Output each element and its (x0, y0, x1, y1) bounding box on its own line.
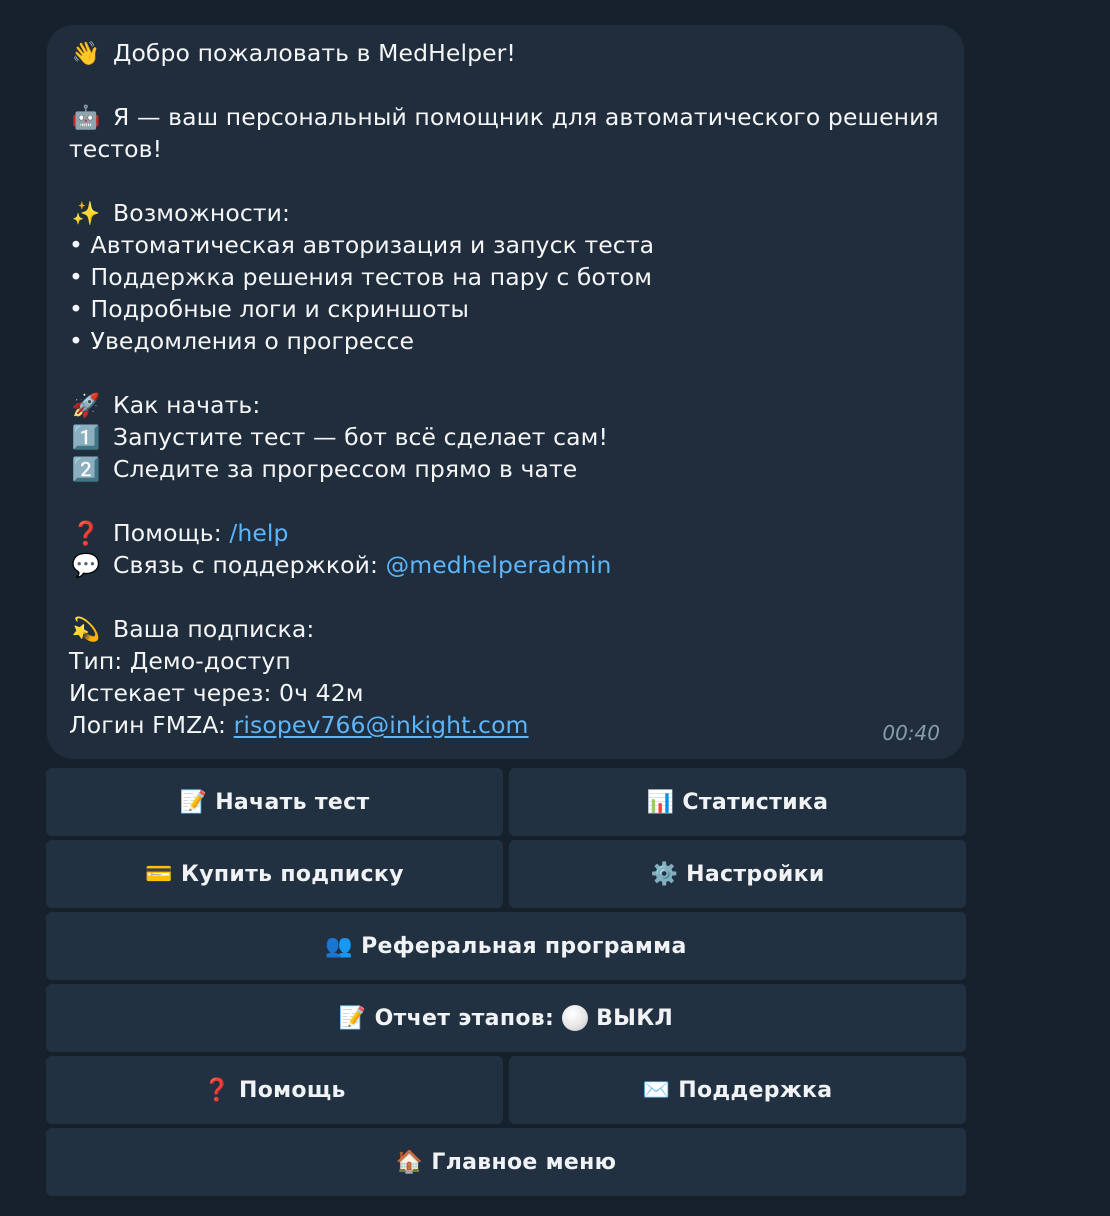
support-label: Связь с поддержкой: (113, 551, 386, 579)
bot-message-bubble: 👋 Добро пожаловать в MedHelper! 🤖 Я — ваш … (47, 25, 964, 759)
support-username-link[interactable]: @medhelperadmin (386, 551, 612, 579)
rocket-icon: 🚀 (71, 393, 101, 419)
referral-program-label: Реферальная программа (361, 933, 687, 959)
main-menu-label: Главное меню (431, 1149, 617, 1175)
login-line: Логин FMZA: risopev766@inkight.com (69, 709, 942, 741)
keyboard-row: 👥 Реферальная программа (46, 912, 966, 980)
subscription-title: Ваша подписка: (113, 615, 315, 643)
feature-item: • Поддержка решения тестов на пару с бот… (69, 263, 653, 291)
stage-report-toggle-button[interactable]: 📝 Отчет этапов: ВЫКЛ (46, 984, 966, 1052)
start-test-label: Начать тест (215, 789, 370, 815)
referral-program-button[interactable]: 👥 Реферальная программа (46, 912, 966, 980)
buy-subscription-button[interactable]: 💳 Купить подписку (46, 840, 503, 908)
stage-report-label: Отчет этапов: (374, 1005, 555, 1031)
support-line: 💬 Связь с поддержкой: @medhelperadmin (69, 549, 942, 581)
keyboard-row: 🏠 Главное меню (46, 1128, 966, 1196)
keyboard-row: 📝 Начать тест 📊 Статистика (46, 768, 966, 836)
keyboard-row: ❓ Помощь ✉️ Поддержка (46, 1056, 966, 1124)
keyboard-row: 💳 Купить подписку ⚙️ Настройки (46, 840, 966, 908)
step-1-text: Запустите тест — бот всё сделает сам! (113, 423, 608, 451)
start-test-button[interactable]: 📝 Начать тест (46, 768, 503, 836)
help-label: Помощь (239, 1077, 346, 1103)
stage-report-state: ВЫКЛ (596, 1005, 674, 1031)
memo-icon: 📝 (179, 789, 208, 815)
bar-chart-icon: 📊 (646, 789, 675, 815)
people-icon: 👥 (325, 933, 354, 959)
intro-line-2: тестов! (69, 133, 942, 165)
envelope-icon: ✉️ (642, 1077, 671, 1103)
speech-bubble-icon: 💬 (71, 553, 101, 579)
help-label: Помощь: (113, 519, 230, 547)
settings-button[interactable]: ⚙️ Настройки (509, 840, 966, 908)
login-email-link[interactable]: risopev766@inkight.com (234, 711, 529, 739)
statistics-button[interactable]: 📊 Статистика (509, 768, 966, 836)
buy-subscription-label: Купить подписку (180, 861, 404, 887)
question-icon: ❓ (71, 521, 101, 547)
house-icon: 🏠 (395, 1149, 424, 1175)
inline-keyboard: 📝 Начать тест 📊 Статистика 💳 Купить подписк… (46, 768, 966, 1200)
help-line: ❓ Помощь: /help (69, 517, 942, 549)
settings-label: Настройки (686, 861, 825, 887)
gear-icon: ⚙️ (650, 861, 679, 887)
greeting-line: 👋 Добро пожаловать в MedHelper! (69, 37, 942, 69)
robot-icon: 🤖 (71, 105, 101, 131)
subscription-title-line: 💫 Ваша подписка: (69, 613, 942, 645)
statistics-label: Статистика (682, 789, 829, 815)
feature-item: • Уведомления о прогрессе (69, 327, 415, 355)
keycap-one-icon: 1️⃣ (71, 425, 101, 451)
step-2-text: Следите за прогрессом прямо в чате (113, 455, 578, 483)
step-1-line: 1️⃣ Запустите тест — бот всё сделает сам! (69, 421, 942, 453)
intro-text: Я — ваш персональный помощник для автома… (113, 103, 939, 131)
login-label: Логин FMZA: (69, 711, 234, 739)
intro-line: 🤖 Я — ваш персональный помощник для автом… (69, 101, 942, 133)
help-button[interactable]: ❓ Помощь (46, 1056, 503, 1124)
subscription-type: Тип: Демо-доступ (69, 647, 291, 675)
question-icon: ❓ (203, 1077, 232, 1103)
feature-item: • Автоматическая авторизация и запуск те… (69, 231, 655, 259)
start-title-line: 🚀 Как начать: (69, 389, 942, 421)
start-title: Как начать: (113, 391, 261, 419)
support-label: Поддержка (678, 1077, 833, 1103)
main-menu-button[interactable]: 🏠 Главное меню (46, 1128, 966, 1196)
keyboard-row: 📝 Отчет этапов: ВЫКЛ (46, 984, 966, 1052)
keycap-two-icon: 2️⃣ (71, 457, 101, 483)
white-circle-icon (562, 1005, 589, 1031)
greeting-text: Добро пожаловать в MedHelper! (113, 39, 516, 67)
wave-icon: 👋 (71, 41, 101, 67)
message-time: 00:40 (882, 721, 940, 745)
credit-card-icon: 💳 (145, 861, 173, 887)
feature-item: • Подробные логи и скриншоты (69, 295, 470, 323)
message-text: 👋 Добро пожаловать в MedHelper! 🤖 Я — ваш … (69, 37, 942, 741)
support-button[interactable]: ✉️ Поддержка (509, 1056, 966, 1124)
step-2-line: 2️⃣ Следите за прогрессом прямо в чате (69, 453, 942, 485)
dizzy-icon: 💫 (71, 617, 101, 643)
features-title-line: ✨ Возможности: (69, 197, 942, 229)
subscription-expires: Истекает через: 0ч 42м (69, 679, 364, 707)
memo-icon: 📝 (338, 1005, 367, 1031)
sparkles-icon: ✨ (71, 201, 101, 227)
help-command-link[interactable]: /help (229, 519, 288, 547)
intro-text-2: тестов! (69, 135, 163, 163)
features-title: Возможности: (113, 199, 291, 227)
